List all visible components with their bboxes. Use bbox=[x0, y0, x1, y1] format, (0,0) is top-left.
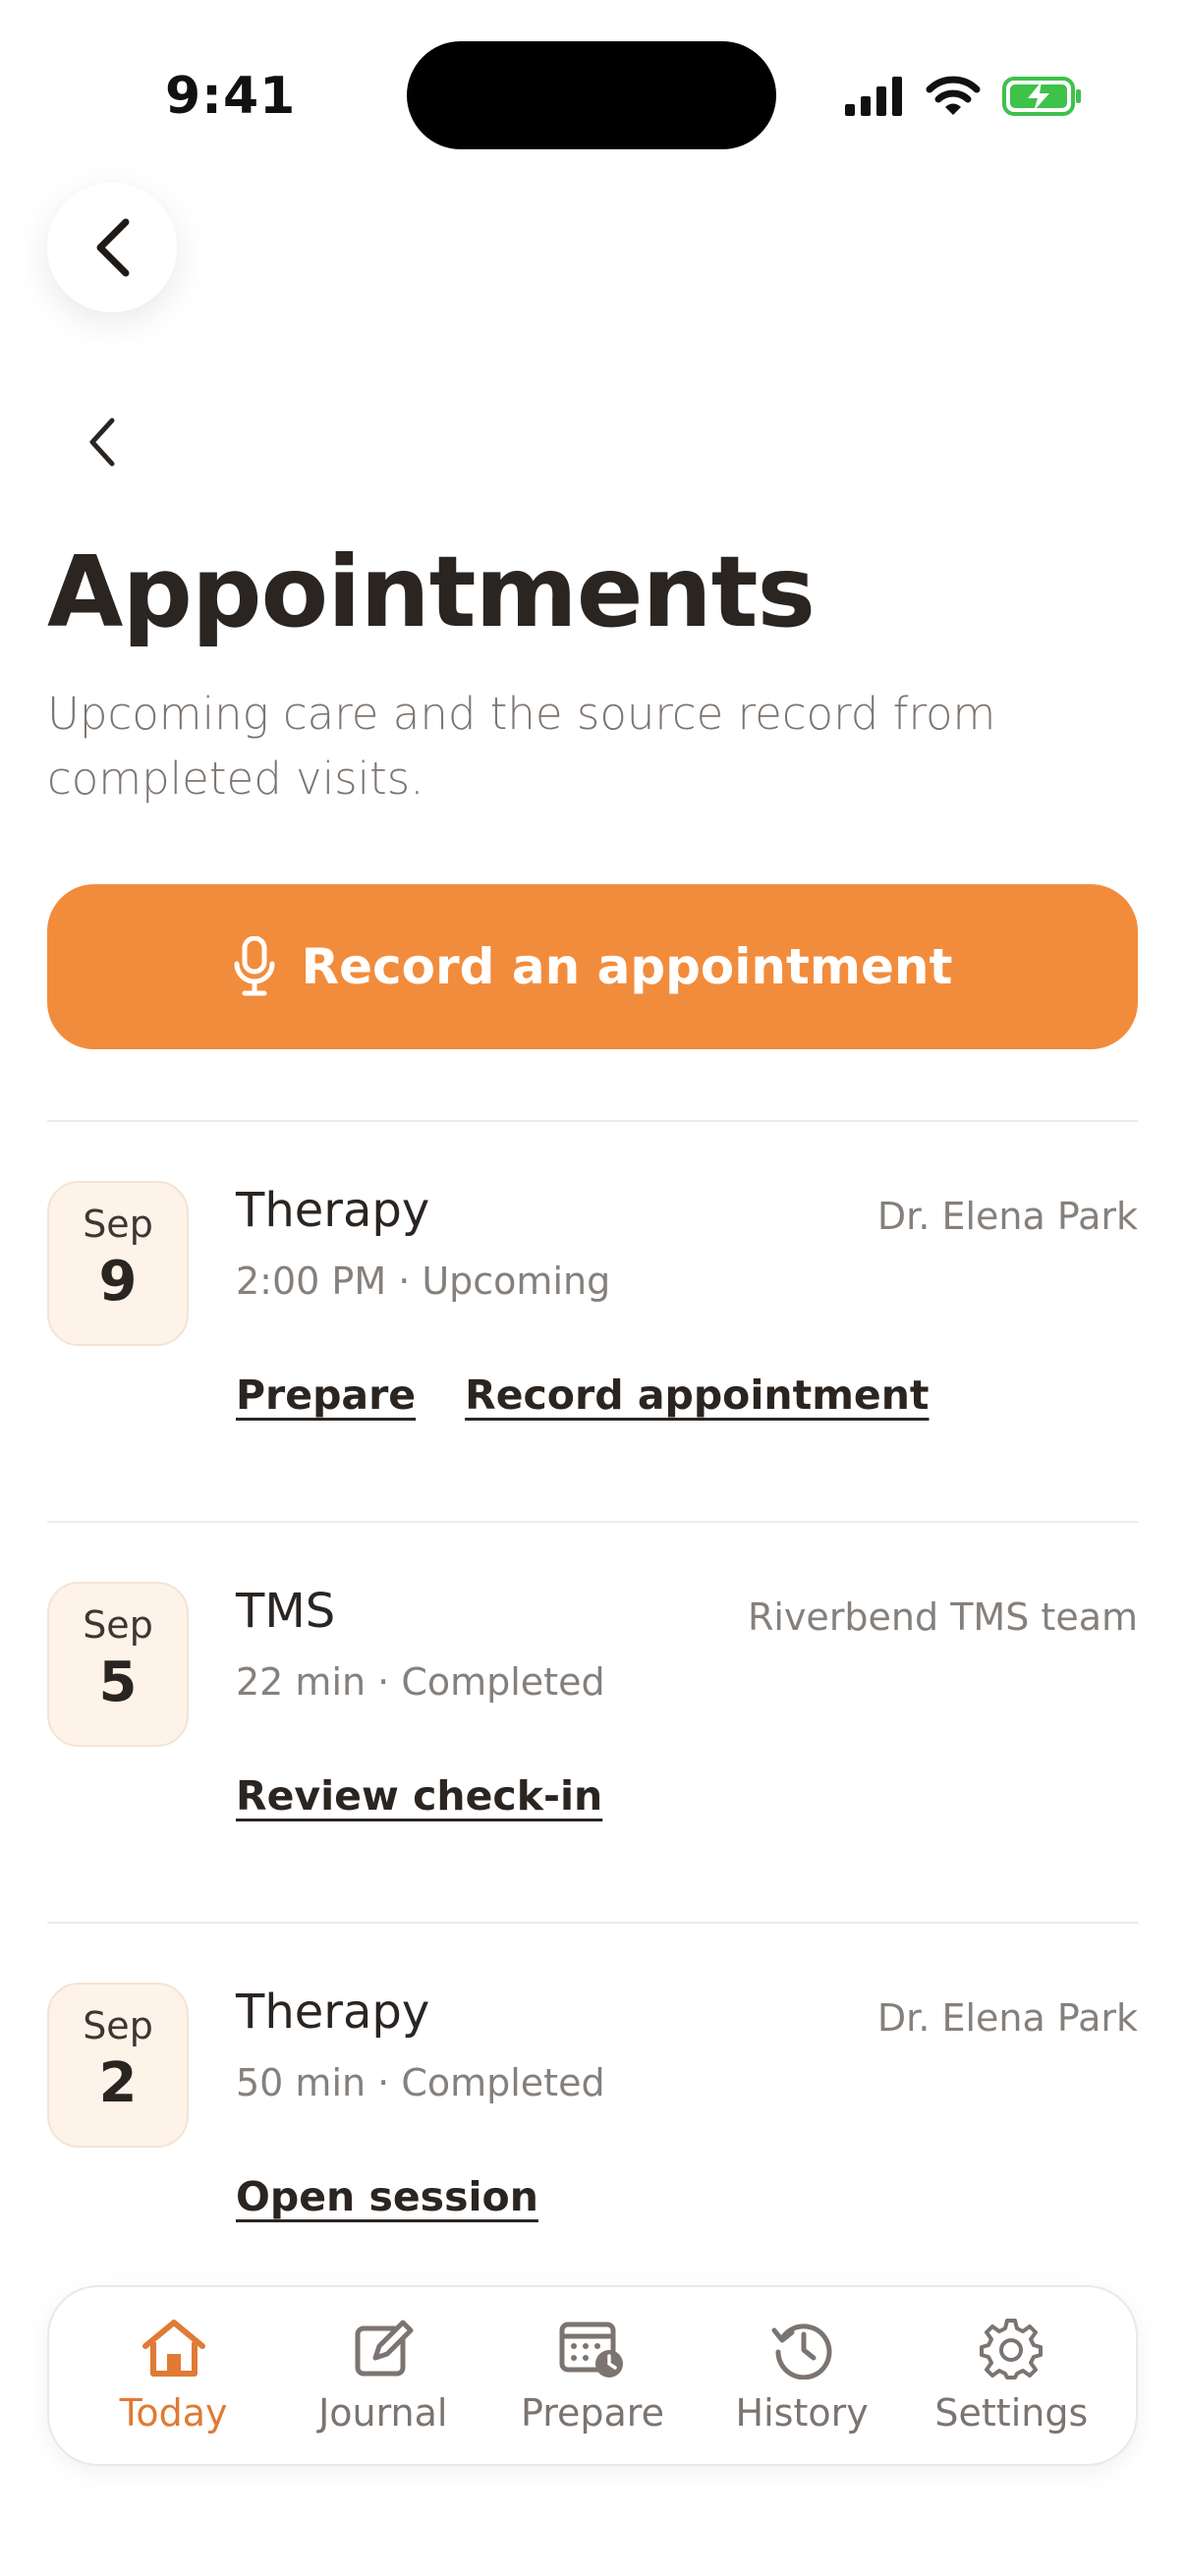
floating-back-button[interactable] bbox=[47, 183, 177, 312]
chevron-left-icon bbox=[96, 218, 130, 277]
dynamic-island bbox=[407, 41, 776, 149]
date-day: 9 bbox=[98, 1250, 138, 1314]
appointment-row[interactable]: Sep 9 Therapy Dr. Elena Park 2:00 PM · U… bbox=[47, 1120, 1138, 1521]
tab-journal[interactable]: Journal bbox=[285, 2317, 481, 2435]
review-check-in-link[interactable]: Review check-in bbox=[236, 1772, 602, 1820]
appointment-list: Sep 9 Therapy Dr. Elena Park 2:00 PM · U… bbox=[47, 1120, 1138, 2323]
battery-charging-icon bbox=[1002, 77, 1081, 116]
chevron-left-icon bbox=[89, 418, 115, 467]
prepare-link[interactable]: Prepare bbox=[236, 1372, 416, 1419]
calendar-clock-icon bbox=[559, 2322, 623, 2378]
page-subtitle: Upcoming care and the source record from… bbox=[47, 688, 996, 805]
date-day: 2 bbox=[98, 2051, 138, 2115]
appointment-row[interactable]: Sep 2 Therapy Dr. Elena Park 50 min · Co… bbox=[47, 1922, 1138, 2323]
date-month: Sep bbox=[83, 1603, 153, 1647]
record-appointment-button[interactable]: Record an appointment bbox=[47, 884, 1138, 1049]
back-button[interactable] bbox=[86, 411, 134, 474]
record-appointment-link[interactable]: Record appointment bbox=[465, 1372, 929, 1419]
open-session-link[interactable]: Open session bbox=[236, 2173, 538, 2220]
date-tile: Sep 5 bbox=[47, 1582, 189, 1747]
tab-prepare[interactable]: Prepare bbox=[494, 2317, 691, 2435]
appointment-actions: Review check-in bbox=[236, 1772, 602, 1820]
tab-label: Today bbox=[119, 2391, 228, 2435]
tab-label: Journal bbox=[318, 2391, 448, 2435]
home-icon bbox=[141, 2320, 205, 2377]
status-bar: 9:41 bbox=[0, 0, 1185, 187]
appointment-actions: Prepare Record appointment bbox=[236, 1372, 930, 1419]
tab-label: History bbox=[735, 2391, 869, 2435]
date-month: Sep bbox=[83, 2004, 153, 2047]
date-tile: Sep 9 bbox=[47, 1181, 189, 1346]
tab-label: Prepare bbox=[520, 2391, 664, 2435]
appointment-type: Therapy bbox=[236, 1985, 430, 2040]
tab-today[interactable]: Today bbox=[76, 2317, 272, 2435]
appointment-actions: Open session bbox=[236, 2173, 538, 2220]
tab-bar: Today Journal Prepare History Settings bbox=[47, 2285, 1138, 2466]
appointment-type: Therapy bbox=[236, 1183, 430, 1238]
appointment-provider: Riverbend TMS team bbox=[747, 1596, 1138, 1639]
tab-settings[interactable]: Settings bbox=[913, 2317, 1109, 2435]
wifi-icon bbox=[926, 76, 981, 115]
appointment-row[interactable]: Sep 5 TMS Riverbend TMS team 22 min · Co… bbox=[47, 1521, 1138, 1922]
status-time: 9:41 bbox=[165, 67, 297, 126]
date-month: Sep bbox=[83, 1203, 153, 1246]
appointment-provider: Dr. Elena Park bbox=[876, 1195, 1138, 1238]
record-appointment-label: Record an appointment bbox=[301, 938, 953, 995]
date-day: 5 bbox=[98, 1651, 138, 1714]
history-icon bbox=[771, 2324, 832, 2380]
page-title: Appointments bbox=[47, 534, 816, 649]
status-icons bbox=[845, 69, 1083, 124]
appointment-provider: Dr. Elena Park bbox=[876, 1996, 1138, 2040]
microphone-icon bbox=[234, 936, 275, 996]
tab-history[interactable]: History bbox=[704, 2317, 900, 2435]
appointment-meta: 22 min · Completed bbox=[236, 1660, 605, 1704]
cellular-signal-icon bbox=[845, 77, 902, 116]
appointment-meta: 50 min · Completed bbox=[236, 2061, 605, 2104]
tab-label: Settings bbox=[934, 2391, 1089, 2435]
appointment-meta: 2:00 PM · Upcoming bbox=[236, 1260, 611, 1303]
journal-edit-icon bbox=[355, 2320, 414, 2377]
gear-icon bbox=[980, 2319, 1044, 2380]
date-tile: Sep 2 bbox=[47, 1983, 189, 2148]
appointment-type: TMS bbox=[236, 1584, 336, 1639]
